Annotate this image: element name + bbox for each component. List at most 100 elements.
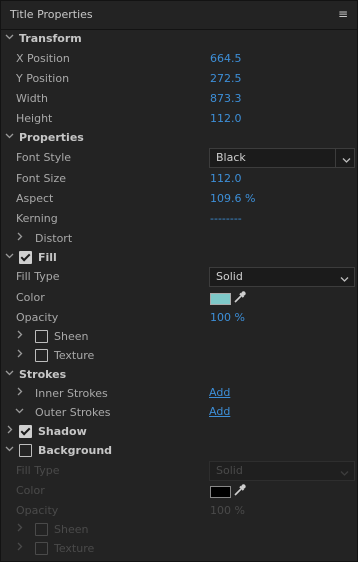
width-value[interactable]: 873.3	[210, 92, 242, 105]
font-style-dropdown-button[interactable]	[335, 148, 355, 168]
x-position-value[interactable]: 664.5	[210, 52, 242, 65]
x-position-row: X Position 664.5	[1, 49, 357, 69]
chevron-right-icon[interactable]	[15, 232, 24, 241]
shadow-checkbox[interactable]	[19, 425, 32, 438]
panel-title: Title Properties	[10, 8, 93, 21]
kerning-label: Kerning	[16, 212, 58, 225]
height-label: Height	[16, 112, 53, 125]
bg-sheen-checkbox	[35, 523, 48, 536]
section-label: Shadow	[38, 425, 87, 438]
bg-texture-checkbox	[35, 542, 48, 555]
y-position-row: Y Position 272.5	[1, 69, 357, 89]
chevron-right-icon[interactable]	[15, 330, 24, 339]
bg-fill-type-value: Solid	[216, 464, 243, 477]
panel-header: Title Properties ≡	[1, 1, 357, 30]
y-position-value[interactable]: 272.5	[210, 72, 242, 85]
eyedropper-icon[interactable]	[233, 483, 247, 500]
height-row: Height 112.0	[1, 109, 357, 129]
aspect-label: Aspect	[16, 192, 54, 205]
chevron-down-icon	[340, 467, 349, 480]
width-row: Width 873.3	[1, 89, 357, 109]
chevron-down-icon	[340, 273, 349, 286]
outer-strokes-label: Outer Strokes	[35, 406, 111, 419]
height-value[interactable]: 112.0	[210, 112, 242, 125]
x-position-label: X Position	[16, 52, 70, 65]
section-strokes[interactable]: Strokes	[1, 365, 357, 385]
chevron-down-icon[interactable]	[15, 406, 24, 415]
sheen-checkbox[interactable]	[35, 330, 48, 343]
bg-sheen-label: Sheen	[54, 523, 89, 536]
eyedropper-icon[interactable]	[233, 290, 247, 307]
y-position-label: Y Position	[16, 72, 70, 85]
bg-fill-type-select: Solid	[209, 461, 355, 481]
fill-checkbox[interactable]	[19, 251, 32, 264]
chevron-right-icon[interactable]	[15, 387, 24, 396]
section-transform[interactable]: Transform	[1, 29, 357, 49]
font-style-value: Black	[216, 151, 246, 164]
texture-checkbox[interactable]	[35, 349, 48, 362]
fill-type-label: Fill Type	[16, 270, 60, 283]
font-style-row: Font Style Black	[1, 148, 357, 168]
fill-type-select[interactable]: Solid	[209, 267, 355, 287]
sheen-label: Sheen	[54, 330, 89, 343]
fill-color-swatch[interactable]	[210, 293, 231, 305]
section-fill[interactable]: Fill	[1, 248, 357, 268]
section-properties[interactable]: Properties	[1, 128, 357, 148]
section-label: Transform	[19, 32, 82, 45]
texture-row[interactable]: Texture	[1, 346, 357, 366]
section-label: Background	[38, 444, 113, 457]
chevron-down-icon[interactable]	[5, 251, 14, 260]
fill-opacity-label: Opacity	[16, 311, 59, 324]
fill-type-row: Fill Type Solid	[1, 267, 357, 287]
bg-sheen-row: Sheen	[1, 520, 357, 540]
texture-label: Texture	[54, 349, 95, 362]
chevron-down-icon[interactable]	[5, 131, 14, 140]
font-size-label: Font Size	[16, 172, 67, 185]
bg-color-row: Color	[1, 481, 357, 501]
fill-opacity-value[interactable]: 100 %	[210, 311, 245, 324]
outer-strokes-row[interactable]: Outer Strokes Add	[1, 403, 357, 423]
hamburger-icon[interactable]: ≡	[338, 7, 348, 21]
chevron-down-icon[interactable]	[5, 32, 14, 41]
chevron-right-icon	[15, 542, 24, 551]
font-size-row: Font Size 112.0	[1, 169, 357, 189]
chevron-down-icon[interactable]	[5, 368, 14, 377]
bg-color-swatch[interactable]	[210, 486, 231, 498]
inner-strokes-row[interactable]: Inner Strokes Add	[1, 384, 357, 404]
section-shadow[interactable]: Shadow	[1, 422, 357, 442]
chevron-right-icon[interactable]	[15, 349, 24, 358]
fill-opacity-row: Opacity 100 %	[1, 308, 357, 328]
chevron-right-icon[interactable]	[5, 425, 14, 434]
font-size-value[interactable]: 112.0	[210, 172, 242, 185]
chevron-right-icon	[15, 523, 24, 532]
bg-color-label: Color	[16, 484, 45, 497]
bg-texture-row: Texture	[1, 539, 357, 559]
add-outer-stroke-link[interactable]: Add	[209, 405, 230, 418]
width-label: Width	[16, 92, 48, 105]
bg-texture-label: Texture	[54, 542, 95, 555]
chevron-down-icon	[342, 154, 351, 167]
bg-opacity-row: Opacity 100 %	[1, 501, 357, 521]
section-label: Fill	[38, 251, 57, 264]
background-checkbox[interactable]	[19, 444, 32, 457]
kerning-value[interactable]: --------	[210, 212, 242, 225]
sheen-row[interactable]: Sheen	[1, 327, 357, 347]
fill-color-label: Color	[16, 291, 45, 304]
bg-fill-type-row: Fill Type Solid	[1, 461, 357, 481]
bg-fill-type-label: Fill Type	[16, 464, 60, 477]
section-background[interactable]: Background	[1, 441, 357, 461]
fill-type-value: Solid	[216, 270, 243, 283]
font-style-select[interactable]: Black	[209, 148, 337, 168]
distort-row[interactable]: Distort	[1, 229, 357, 249]
inner-strokes-label: Inner Strokes	[35, 387, 108, 400]
section-label: Strokes	[19, 368, 67, 381]
fill-color-row: Color	[1, 288, 357, 308]
bg-opacity-label: Opacity	[16, 504, 59, 517]
aspect-row: Aspect 109.6 %	[1, 189, 357, 209]
chevron-down-icon[interactable]	[5, 444, 14, 453]
title-properties-panel: Title Properties ≡ Transform X Position …	[0, 0, 358, 562]
add-inner-stroke-link[interactable]: Add	[209, 386, 230, 399]
distort-label: Distort	[35, 232, 73, 245]
aspect-value[interactable]: 109.6 %	[210, 192, 255, 205]
font-style-label: Font Style	[16, 151, 72, 164]
